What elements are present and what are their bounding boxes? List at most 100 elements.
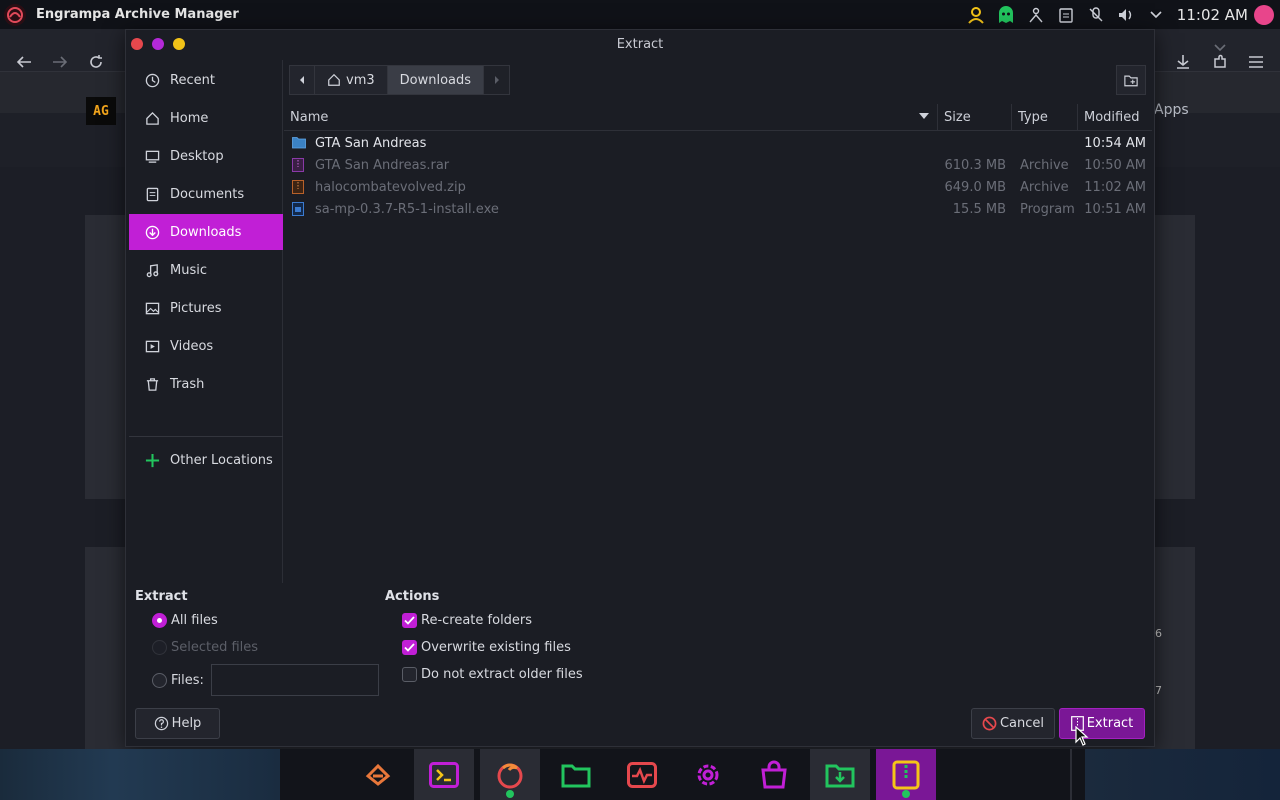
checkmark-icon: [404, 616, 415, 625]
plus-icon: [143, 451, 161, 469]
firefox-icon: [495, 760, 525, 790]
files-pattern-radio[interactable]: [152, 673, 167, 688]
page-number: 6: [1155, 627, 1162, 640]
mic-muted-icon[interactable]: [1081, 0, 1111, 29]
back-icon[interactable]: [12, 50, 36, 74]
column-header-type[interactable]: Type: [1012, 104, 1078, 131]
overwrite-existing-checkbox[interactable]: [402, 640, 417, 655]
reload-icon[interactable]: [84, 50, 108, 74]
home-icon: [327, 73, 341, 87]
all-files-radio[interactable]: [152, 613, 167, 628]
help-button[interactable]: Help: [135, 708, 220, 739]
cancel-button[interactable]: Cancel: [971, 708, 1055, 739]
chevron-down-icon[interactable]: [1141, 0, 1171, 29]
minimize-window-button[interactable]: [173, 38, 185, 50]
download-icon: [143, 223, 161, 241]
system-tray: 11:02 AM: [961, 0, 1280, 29]
shopping-bag-icon: [759, 760, 789, 790]
user-icon[interactable]: [961, 0, 991, 29]
documents-icon: [143, 185, 161, 203]
sidebar-item-home[interactable]: Home: [129, 100, 283, 136]
all-files-label[interactable]: All files: [171, 613, 218, 628]
taskbar-archive-manager[interactable]: [876, 749, 936, 800]
tab-list-chevron-icon[interactable]: [1208, 36, 1232, 60]
app-menu-icon[interactable]: [4, 3, 26, 26]
sidebar-item-label: Downloads: [170, 224, 242, 240]
clipboard-icon[interactable]: [1051, 0, 1081, 29]
file-list-header: Name Size Type Modified: [284, 104, 1152, 131]
user-avatar[interactable]: [1254, 4, 1274, 25]
active-app-title: Engrampa Archive Manager: [36, 7, 239, 22]
selected-files-radio[interactable]: [152, 640, 167, 655]
file-type: Archive: [1020, 179, 1069, 195]
overwrite-existing-label[interactable]: Overwrite existing files: [421, 640, 571, 655]
apps-link[interactable]: Apps: [1154, 102, 1189, 118]
taskbar-files[interactable]: [546, 749, 606, 800]
taskbar-system-monitor[interactable]: [612, 749, 672, 800]
taskbar-downloads-folder[interactable]: [810, 749, 870, 800]
help-icon: [154, 716, 169, 731]
file-size: [944, 132, 1006, 154]
path-scroll-left-button[interactable]: [289, 65, 315, 95]
menu-icon[interactable]: [1244, 50, 1268, 74]
files-pattern-label[interactable]: Files:: [171, 673, 204, 688]
actions-section-title: Actions: [385, 589, 440, 604]
sidebar-item-label: Other Locations: [170, 452, 273, 468]
file-row[interactable]: GTA San Andreas.rar 610.3 MB Archive 10:…: [284, 154, 1152, 176]
wallpaper-strip: [0, 749, 280, 800]
taskbar-firefox[interactable]: [480, 749, 540, 800]
file-modified: 10:54 AM: [1084, 135, 1146, 151]
sidebar-item-videos[interactable]: Videos: [129, 328, 283, 364]
file-name: halocombatevolved.zip: [315, 179, 466, 195]
recreate-folders-checkbox[interactable]: [402, 613, 417, 628]
folder-icon: [292, 136, 306, 150]
clock[interactable]: 11:02 AM: [1177, 6, 1248, 24]
maximize-window-button[interactable]: [152, 38, 164, 50]
sidebar-item-documents[interactable]: Documents: [129, 176, 283, 212]
extract-button[interactable]: Extract: [1059, 708, 1145, 739]
file-type: Archive: [1020, 157, 1069, 173]
sidebar-item-desktop[interactable]: Desktop: [129, 138, 283, 174]
taskbar-launcher[interactable]: [348, 749, 408, 800]
exe-icon: [292, 202, 306, 216]
new-folder-icon: [1124, 74, 1138, 87]
no-older-files-checkbox[interactable]: [402, 667, 417, 682]
close-window-button[interactable]: [131, 38, 143, 50]
sidebar-item-other-locations[interactable]: Other Locations: [129, 442, 283, 478]
file-row[interactable]: sa-mp-0.3.7-R5-1-install.exe 15.5 MB Pro…: [284, 198, 1152, 220]
sidebar-item-pictures[interactable]: Pictures: [129, 290, 283, 326]
zip-icon: [292, 180, 306, 194]
column-header-modified[interactable]: Modified: [1078, 104, 1152, 131]
column-header-name[interactable]: Name: [284, 104, 938, 131]
sidebar-item-downloads[interactable]: Downloads: [129, 214, 283, 250]
sort-descending-icon: [919, 113, 929, 120]
file-size: 15.5 MB: [952, 201, 1006, 217]
file-modified: 11:02 AM: [1084, 179, 1146, 195]
forward-icon[interactable]: [48, 50, 72, 74]
file-row[interactable]: GTA San Andreas 10:54 AM: [284, 132, 1152, 154]
sidebar-item-trash[interactable]: Trash: [129, 366, 283, 402]
site-logo[interactable]: AG: [86, 97, 116, 125]
recreate-folders-label[interactable]: Re-create folders: [421, 613, 532, 628]
file-row[interactable]: halocombatevolved.zip 649.0 MB Archive 1…: [284, 176, 1152, 198]
no-older-files-label[interactable]: Do not extract older files: [421, 667, 583, 682]
accessibility-icon[interactable]: [1021, 0, 1051, 29]
breadcrumb-downloads[interactable]: Downloads: [387, 65, 485, 95]
sidebar-item-recent[interactable]: Recent: [129, 62, 283, 98]
column-header-size[interactable]: Size: [938, 104, 1012, 131]
sidebar-item-label: Trash: [170, 376, 205, 392]
taskbar-terminal[interactable]: [414, 749, 474, 800]
sidebar-item-music[interactable]: Music: [129, 252, 283, 288]
path-scroll-right-button[interactable]: [484, 65, 511, 95]
downloads-icon[interactable]: [1171, 50, 1195, 74]
volume-icon[interactable]: [1111, 0, 1141, 29]
files-pattern-input[interactable]: [211, 664, 379, 696]
breadcrumb-home[interactable]: vm3: [315, 65, 388, 95]
file-type: Program: [1020, 201, 1075, 217]
terminal-icon: [429, 761, 459, 788]
taskbar-software-store[interactable]: [744, 749, 804, 800]
create-folder-button[interactable]: [1116, 65, 1146, 95]
ghost-icon[interactable]: [991, 0, 1021, 29]
sidebar-item-label: Home: [170, 110, 209, 126]
taskbar-settings[interactable]: [678, 749, 738, 800]
